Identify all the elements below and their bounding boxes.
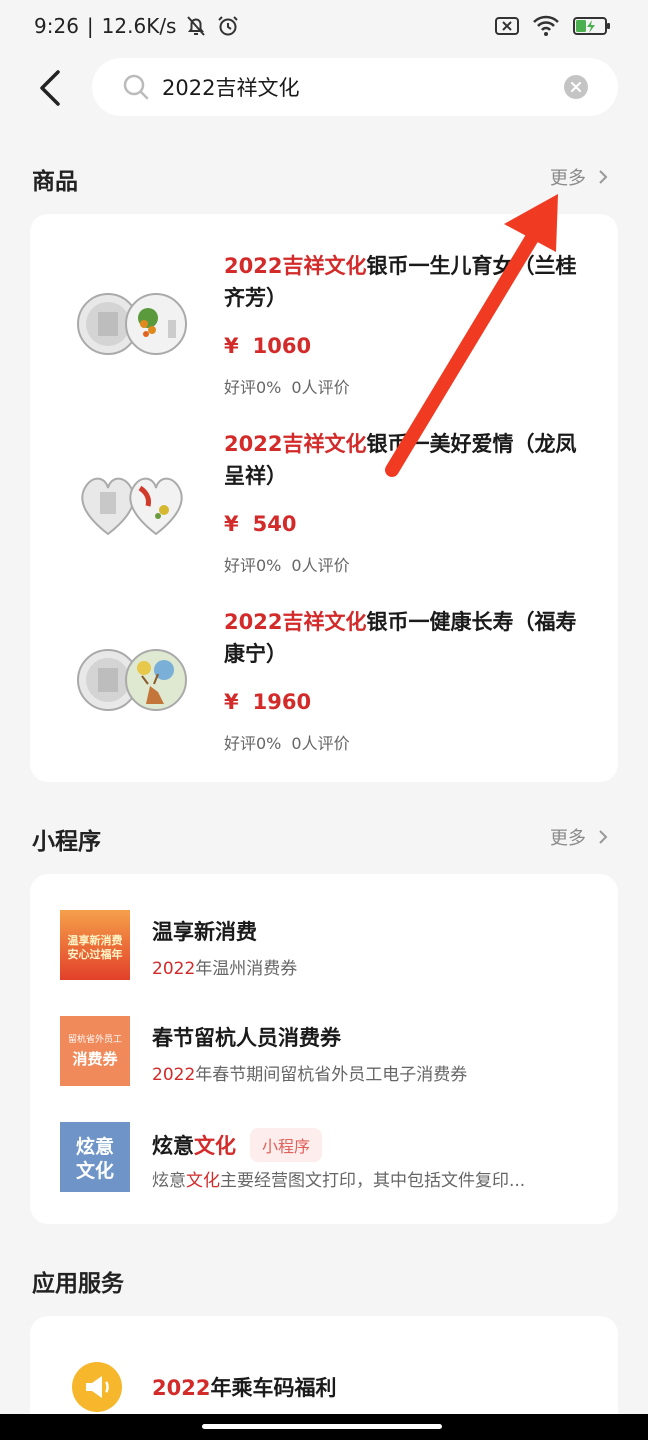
title-highlight: 2022 [152,1376,211,1400]
rating: 好评0% [224,734,282,753]
miniprogram-desc: 2022年春节期间留杭省外员工电子消费券 [152,1060,592,1085]
price-value: 1960 [252,690,312,714]
home-indicator[interactable] [202,1424,442,1429]
title-pre: 炫意 [152,1134,194,1158]
more-label: 更多 [550,168,586,189]
logo-text-2: 安心过福年 [68,947,123,961]
products-section-title: 商品 [32,169,78,195]
megaphone-icon [72,1362,122,1412]
price-value: 1060 [252,334,312,358]
services-section-title: 应用服务 [32,1271,124,1297]
desc-highlight: 2022 [152,959,196,979]
logo-text-2: 消费券 [72,1050,118,1068]
product-item[interactable]: 2022吉祥文化银币一美好爱情（龙凤呈祥） ¥540 好评0% 0人评价 [30,428,618,606]
desc-rest: 主要经营图文打印，其中包括文件复印... [220,1171,526,1191]
status-time: 9:26 [34,14,79,38]
product-image-coin [77,649,187,711]
miniprogram-desc: 2022年温州消费券 [152,954,592,979]
price-value: 540 [252,512,297,536]
back-arrow-icon[interactable] [34,68,68,108]
miniprograms-section-title: 小程序 [32,829,101,855]
status-bar: 9:26 | 12.6K/s [0,0,648,52]
title-highlight: 2022吉祥文化 [224,432,367,456]
more-label: 更多 [550,828,586,849]
miniprogram-title: 炫意 文化 小程序 [152,1128,323,1162]
review-count: 0人评价 [291,556,350,575]
battery-charging-icon [573,17,610,35]
sim-off-icon [495,17,519,35]
desc-highlight: 2022 [152,1065,196,1085]
title-highlight: 2022吉祥文化 [224,610,367,634]
search-input[interactable]: 2022吉祥文化 [92,58,618,116]
title-highlight: 文化 [194,1134,236,1158]
currency-symbol: ¥ [224,690,239,714]
rating: 好评0% [224,378,282,397]
products-more-button[interactable]: 更多 [550,164,608,190]
navigation-bar [0,1414,648,1440]
review-count: 0人评价 [291,734,350,753]
bell-muted-icon [187,16,206,36]
review-count: 0人评价 [291,378,350,397]
miniprogram-logo: 炫意 文化 [60,1122,130,1192]
product-item[interactable]: 2022吉祥文化银币一生儿育女（兰桂齐芳） ¥1060 好评0% 0人评价 [30,250,618,428]
currency-symbol: ¥ [224,512,239,536]
rating: 好评0% [224,556,282,575]
status-separator: | [86,14,94,38]
search-header: 2022吉祥文化 [0,52,648,124]
product-review: 好评0% 0人评价 [224,552,350,576]
logo-text-2: 文化 [76,1159,114,1182]
miniprogram-item[interactable]: 留杭省外员工 消费券 春节留杭人员消费券 2022年春节期间留杭省外员工电子消费… [30,1016,618,1106]
product-title: 2022吉祥文化银币一生儿育女（兰桂齐芳） [224,250,594,314]
logo-text-1: 温享新消费 [68,933,123,947]
chevron-right-icon [599,170,608,184]
miniprograms-more-button[interactable]: 更多 [550,824,608,850]
product-title: 2022吉祥文化银币一美好爱情（龙凤呈祥） [224,428,594,492]
product-title: 2022吉祥文化银币一健康长寿（福寿康宁） [224,606,594,670]
service-title: 2022年乘车码福利 [152,1372,336,1402]
status-net-speed: 12.6K/s [101,14,177,38]
miniprogram-desc: 炫意文化主要经营图文打印，其中包括文件复印... [152,1166,592,1191]
miniprogram-title: 温享新消费 [152,920,257,944]
search-query[interactable]: 2022吉祥文化 [162,72,299,102]
miniprogram-logo: 温享新消费 安心过福年 [60,910,130,980]
desc-rest: 年春节期间留杭省外员工电子消费券 [195,1065,468,1085]
miniprogram-tag: 小程序 [250,1128,323,1162]
product-image-coin [77,293,187,355]
product-price: ¥1960 [224,690,311,714]
miniprogram-item[interactable]: 温享新消费 安心过福年 温享新消费 2022年温州消费券 [30,910,618,1000]
chevron-right-icon [599,830,608,844]
logo-text-1: 留杭省外员工 [68,1033,122,1045]
product-price: ¥540 [224,512,296,536]
desc-rest: 年温州消费券 [195,959,298,979]
clear-icon[interactable] [564,75,588,99]
products-card: 2022吉祥文化银币一生儿育女（兰桂齐芳） ¥1060 好评0% 0人评价 202… [30,214,618,782]
miniprogram-logo: 留杭省外员工 消费券 [60,1016,130,1086]
title-rest: 年乘车码福利 [210,1376,337,1400]
desc-pre: 炫意 [152,1171,186,1191]
product-item[interactable]: 2022吉祥文化银币一健康长寿（福寿康宁） ¥1960 好评0% 0人评价 [30,606,618,784]
logo-text-1: 炫意 [76,1135,114,1158]
miniprogram-title: 春节留杭人员消费券 [152,1026,341,1050]
miniprograms-card: 温享新消费 安心过福年 温享新消费 2022年温州消费券 留杭省外员工 消费券 … [30,874,618,1224]
product-review: 好评0% 0人评价 [224,730,350,754]
miniprogram-item[interactable]: 炫意 文化 炫意 文化 小程序 炫意文化主要经营图文打印，其中包括文件复印... [30,1122,618,1212]
currency-symbol: ¥ [224,334,239,358]
title-highlight: 2022吉祥文化 [224,254,367,278]
product-review: 好评0% 0人评价 [224,374,350,398]
desc-highlight: 文化 [186,1171,220,1191]
product-price: ¥1060 [224,334,311,358]
alarm-icon [218,16,239,36]
wifi-icon [533,15,559,36]
product-image-heart-coin [81,477,183,536]
search-icon [123,74,149,100]
